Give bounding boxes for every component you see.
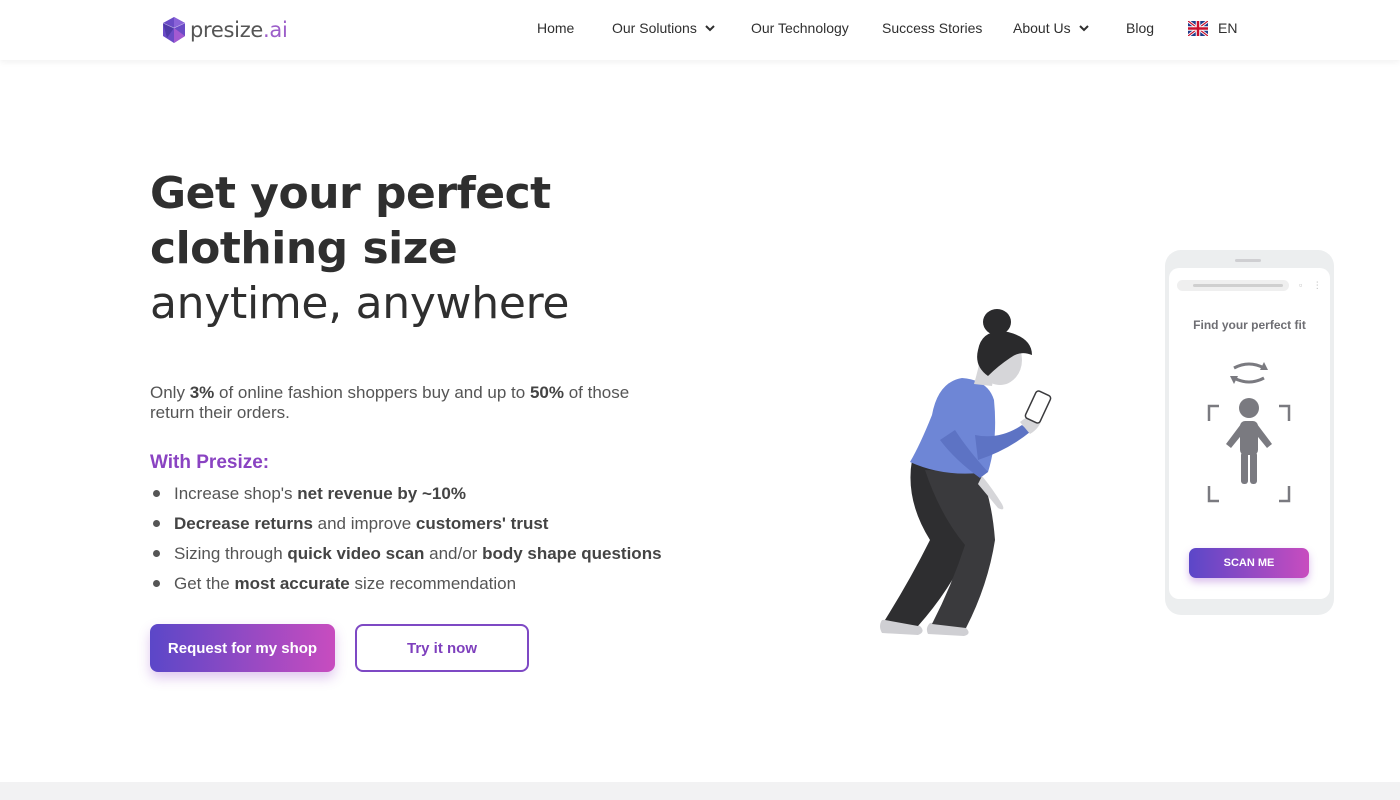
nav-our-solutions[interactable]: Our Solutions	[612, 20, 715, 36]
logo[interactable]: presize.ai	[161, 16, 288, 44]
hero-title-line-1: Get your perfect	[150, 168, 551, 219]
request-for-my-shop-button[interactable]: Request for my shop	[150, 624, 335, 672]
list-item: Decrease returns and improve customers' …	[150, 512, 662, 542]
hero-intro: Only 3% of online fashion shoppers buy a…	[150, 383, 630, 422]
benefits-list: Increase shop's net revenue by ~10% Decr…	[150, 482, 662, 602]
language-label: EN	[1218, 20, 1238, 36]
phone-menu-icon: ▫ ⋮	[1299, 280, 1326, 290]
polyhedron-logo-icon	[162, 17, 186, 43]
language-switcher[interactable]: EN	[1188, 20, 1237, 36]
chevron-down-icon	[1078, 24, 1089, 31]
hero-subtitle: anytime, anywhere	[150, 278, 570, 329]
phone-title: Find your perfect fit	[1193, 318, 1306, 332]
list-item: Get the most accurate size recommendatio…	[150, 572, 662, 602]
person-with-phone-illustration	[880, 309, 1052, 636]
nav-about-us[interactable]: About Us	[1013, 20, 1089, 36]
list-item: Sizing through quick video scan and/or b…	[150, 542, 662, 572]
hero-title: Get your perfect clothing size anytime, …	[150, 166, 570, 331]
body-scan-illustration	[1207, 362, 1291, 503]
phone-speaker	[1235, 259, 1261, 262]
uk-flag-icon	[1188, 20, 1208, 36]
hero-title-line-2: clothing size	[150, 223, 458, 274]
rotate-arrows-icon	[1230, 362, 1268, 384]
scan-me-button[interactable]: SCAN ME	[1189, 548, 1309, 578]
list-item: Increase shop's net revenue by ~10%	[150, 482, 662, 512]
chevron-down-icon	[705, 24, 715, 31]
nav-our-technology[interactable]: Our Technology	[751, 20, 849, 36]
nav-success-stories[interactable]: Success Stories	[882, 20, 982, 36]
logo-text: presize.ai	[190, 18, 288, 42]
phone-address-bar	[1177, 280, 1289, 291]
nav-blog[interactable]: Blog	[1126, 20, 1154, 36]
nav-home[interactable]: Home	[537, 20, 574, 36]
phone-screen: ▫ ⋮ Find your perfect fit SCAN ME	[1169, 268, 1330, 599]
phone-mockup: ▫ ⋮ Find your perfect fit SCAN ME	[1165, 250, 1334, 615]
with-presize-heading: With Presize:	[150, 452, 270, 473]
site-header: presize.ai Home Our Solutions Our Techno…	[0, 0, 1400, 60]
person-silhouette-icon	[1226, 398, 1272, 484]
next-section-edge	[0, 782, 1400, 800]
try-it-now-button[interactable]: Try it now	[355, 624, 529, 672]
